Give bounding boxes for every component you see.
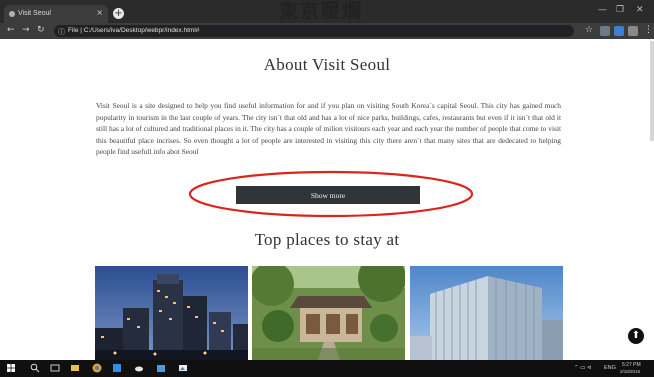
store-icon[interactable] — [156, 363, 166, 373]
new-tab-button[interactable]: + — [113, 8, 124, 19]
windows-start-icon[interactable] — [6, 363, 16, 373]
maximize-icon[interactable]: ❐ — [616, 5, 624, 15]
extension-icon[interactable] — [614, 26, 624, 36]
search-icon[interactable] — [30, 363, 40, 373]
tab-favicon-icon — [9, 11, 15, 17]
web-page: 東京暖爛 About Visit Seoul Visit Seoul is a … — [0, 1, 654, 360]
traditional-guesthouse-photo[interactable] — [252, 266, 405, 360]
close-window-icon[interactable]: ✕ — [636, 5, 644, 15]
reload-icon[interactable]: ↻ — [37, 25, 45, 35]
tab-close-icon[interactable]: × — [96, 8, 103, 17]
forward-icon[interactable]: → — [22, 25, 30, 35]
extension-icon[interactable] — [600, 26, 610, 36]
address-text: File | C:/Users/iva/Desktop/webpr/index.… — [68, 27, 200, 34]
site-logo[interactable]: 東京暖爛 — [262, 1, 380, 21]
cloud-app-icon[interactable] — [134, 363, 144, 373]
os-taskbar: ⌃ ▭ ⊲ ENG 5:27 PM 2/18/2018 — [0, 360, 654, 377]
page-scrollbar[interactable] — [650, 41, 654, 141]
tray-time[interactable]: 5:27 PM — [622, 362, 641, 368]
tray-icons[interactable]: ⌃ ▭ ⊲ — [574, 365, 591, 371]
address-input[interactable]: ⓘ File | C:/Users/iva/Desktop/webpr/inde… — [54, 25, 574, 37]
back-icon[interactable]: ← — [7, 25, 15, 35]
browser-tab[interactable]: Visit Seoul × — [4, 5, 108, 23]
show-more-button[interactable]: Show more — [236, 186, 420, 204]
tab-title: Visit Seoul — [18, 10, 51, 17]
places-heading: Top places to stay at — [254, 230, 400, 249]
page-info-icon[interactable]: ⓘ — [58, 27, 65, 37]
extension-icon[interactable] — [628, 26, 638, 36]
minimize-icon[interactable]: — — [598, 5, 607, 15]
chrome-taskbar-icon[interactable] — [92, 363, 102, 373]
about-heading: About Visit Seoul — [263, 55, 391, 74]
tray-language[interactable]: ENG — [604, 365, 616, 371]
file-explorer-icon[interactable] — [70, 363, 80, 373]
browser-toolbar: ← → ↻ ⓘ File | C:/Users/iva/Desktop/webp… — [0, 23, 654, 39]
task-view-icon[interactable] — [50, 363, 60, 373]
hotel-skyline-photo[interactable] — [95, 266, 248, 360]
glass-tower-photo[interactable] — [410, 266, 563, 360]
about-paragraph: Visit Seoul is a site designed to help y… — [96, 101, 561, 157]
vscode-taskbar-icon[interactable] — [112, 363, 122, 373]
browser-menu-icon[interactable]: ⋮ — [644, 25, 653, 35]
bookmark-star-icon[interactable]: ☆ — [585, 25, 593, 35]
scroll-to-top-button[interactable]: ⬆ — [628, 328, 644, 344]
tray-date[interactable]: 2/18/2018 — [620, 369, 640, 374]
photos-icon[interactable] — [178, 363, 188, 373]
